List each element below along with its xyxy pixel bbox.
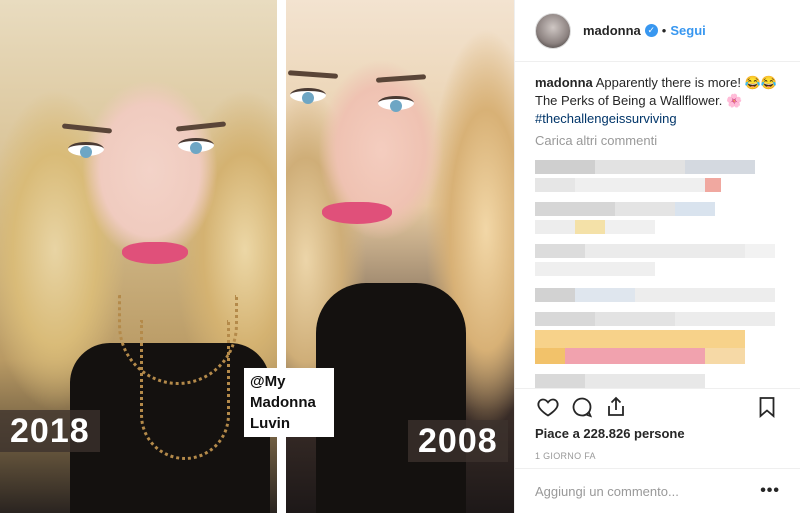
face-detail xyxy=(290,88,326,104)
blurred-comment xyxy=(535,374,780,388)
blurred-comment xyxy=(535,244,780,258)
follow-button[interactable]: Segui xyxy=(670,23,705,38)
avatar[interactable] xyxy=(535,12,571,49)
face-detail xyxy=(322,202,392,224)
year-label-2018: 2018 xyxy=(0,410,100,452)
blurred-comment xyxy=(535,330,780,348)
post-caption: madonna Apparently there is more! 😂😂 The… xyxy=(535,74,780,128)
caption-hashtag[interactable]: #thechallengeissurviving xyxy=(535,111,677,126)
more-options-icon[interactable]: ••• xyxy=(760,482,780,500)
post-actions xyxy=(515,388,800,424)
verified-badge-icon: ✓ xyxy=(644,24,658,37)
face-detail xyxy=(378,96,414,112)
face-detail xyxy=(287,70,339,79)
caption-username[interactable]: madonna xyxy=(535,75,593,90)
face-detail xyxy=(178,138,214,154)
clothing xyxy=(316,283,466,513)
blurred-comment xyxy=(535,202,780,216)
mention-sticker: @My Madonna Luvin xyxy=(244,368,334,437)
blurred-comment xyxy=(535,262,780,276)
comment-input[interactable] xyxy=(535,483,761,499)
necklace xyxy=(140,320,230,460)
blurred-comment xyxy=(535,348,780,364)
share-icon[interactable] xyxy=(599,390,633,424)
face-detail xyxy=(68,142,104,158)
year-label-2008: 2008 xyxy=(408,420,508,462)
face-detail xyxy=(122,242,188,264)
add-comment-bar: ••• xyxy=(515,468,800,513)
sticker-line: @My xyxy=(250,373,286,390)
header-username[interactable]: madonna xyxy=(583,23,641,38)
face-detail xyxy=(61,123,113,134)
face-detail xyxy=(375,74,427,83)
sticker-line: Madonna xyxy=(250,394,316,411)
blurred-comment xyxy=(535,178,780,192)
face-detail xyxy=(175,121,227,132)
heart-icon[interactable] xyxy=(531,390,565,424)
post-sidebar: madonna ✓ • Segui madonna Apparently the… xyxy=(514,0,800,513)
likes-count[interactable]: Piace a 228.826 persone xyxy=(535,426,685,441)
sticker-line: Luvin xyxy=(250,415,290,432)
blurred-comment xyxy=(535,312,780,326)
post-image[interactable]: 2018 2008 @My Madonna Luvin xyxy=(0,0,514,513)
header-separator: • xyxy=(661,23,667,38)
load-more-comments-link[interactable]: Carica altri commenti xyxy=(535,133,780,148)
blurred-comment xyxy=(535,288,780,302)
post-header: madonna ✓ • Segui xyxy=(515,0,800,62)
blurred-comment xyxy=(535,160,780,174)
bookmark-icon[interactable] xyxy=(750,390,784,424)
comments-section: madonna Apparently there is more! 😂😂 The… xyxy=(515,62,800,388)
blurred-comment xyxy=(535,220,780,234)
post-timestamp: 1 GIORNO FA xyxy=(535,451,596,461)
comment-icon[interactable] xyxy=(565,390,599,424)
